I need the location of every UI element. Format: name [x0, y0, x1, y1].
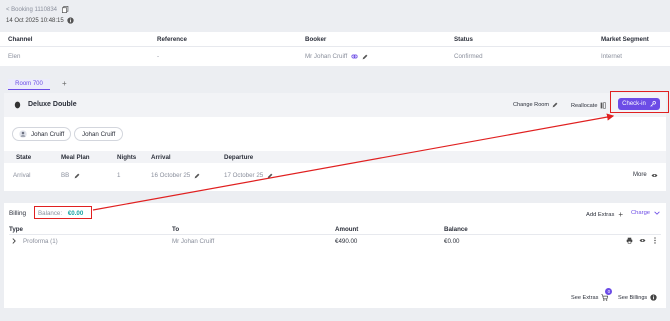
annotation-arrow — [92, 113, 615, 211]
